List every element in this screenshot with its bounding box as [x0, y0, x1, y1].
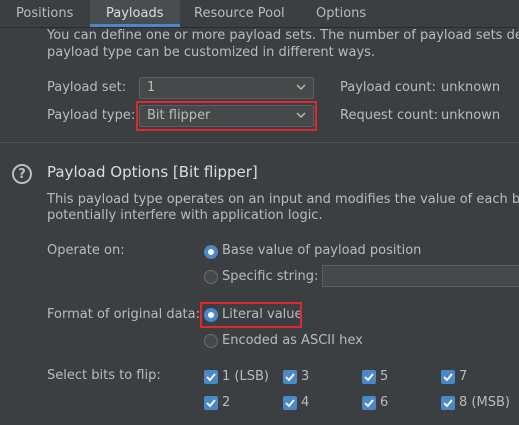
payload-options-title: Payload Options [Bit flipper] — [47, 163, 258, 181]
bit-checkbox-6[interactable] — [362, 396, 376, 410]
bit-label-8: 8 (MSB) — [459, 395, 510, 410]
check-icon — [206, 373, 216, 382]
radio-base-value[interactable] — [204, 245, 218, 259]
radio-specific-string-label: Specific string: — [222, 269, 319, 284]
chevron-down-icon — [296, 84, 306, 90]
section-divider — [0, 142, 519, 143]
bit-checkbox-3[interactable] — [283, 370, 297, 384]
format-label: Format of original data: — [47, 307, 200, 322]
tab-options[interactable]: Options — [316, 0, 376, 27]
check-icon — [285, 373, 295, 382]
operate-on-label: Operate on: — [47, 243, 125, 258]
bit-checkbox-7[interactable] — [441, 370, 455, 384]
select-bits-label: Select bits to flip: — [47, 368, 161, 383]
literal-value-highlight — [200, 302, 302, 328]
check-icon — [364, 373, 374, 382]
check-icon — [443, 399, 453, 408]
request-count-value: unknown — [441, 108, 501, 123]
payload-set-value: 1 — [147, 80, 156, 95]
bit-checkbox-4[interactable] — [283, 396, 297, 410]
request-count-label: Request count: — [340, 108, 438, 123]
payload-type-label: Payload type: — [47, 108, 136, 123]
bit-label-5: 5 — [380, 369, 389, 384]
options-desc-line2: potentially interfere with application l… — [47, 208, 323, 223]
tab-payloads[interactable]: Payloads — [90, 0, 180, 27]
bit-label-6: 6 — [380, 395, 389, 410]
payload-type-highlight — [136, 101, 317, 131]
bit-label-4: 4 — [301, 395, 310, 410]
bit-label-7: 7 — [459, 369, 468, 384]
radio-ascii-hex-label: Encoded as ASCII hex — [222, 333, 363, 348]
specific-string-input[interactable] — [322, 265, 519, 287]
help-icon[interactable]: ? — [12, 164, 32, 184]
bit-checkbox-2[interactable] — [204, 396, 218, 410]
payload-set-select[interactable]: 1 — [139, 77, 314, 99]
bit-label-2: 2 — [222, 395, 231, 410]
payload-count-label: Payload count: — [340, 80, 436, 95]
tab-positions[interactable]: Positions — [0, 0, 84, 27]
check-icon — [285, 399, 295, 408]
tab-resource-pool[interactable]: Resource Pool — [194, 0, 304, 27]
tab-bar: Positions Payloads Resource Pool Options — [0, 0, 519, 28]
bit-label-1: 1 (LSB) — [222, 369, 269, 384]
payload-set-label: Payload set: — [47, 80, 127, 95]
check-icon — [364, 399, 374, 408]
check-icon — [206, 399, 216, 408]
payload-count-value: unknown — [441, 80, 501, 95]
options-desc-line1: This payload type operates on an input a… — [47, 192, 519, 207]
intro-text-line1: You can define one or more payload sets.… — [47, 28, 519, 43]
intro-text-line2: payload type can be customized in differ… — [47, 45, 376, 60]
bit-checkbox-8[interactable] — [441, 396, 455, 410]
radio-ascii-hex[interactable] — [204, 334, 218, 348]
bit-checkbox-1[interactable] — [204, 370, 218, 384]
bit-label-3: 3 — [301, 369, 310, 384]
check-icon — [443, 373, 453, 382]
radio-specific-string[interactable] — [204, 270, 218, 284]
radio-base-value-label: Base value of payload position — [222, 243, 422, 258]
bit-checkbox-5[interactable] — [362, 370, 376, 384]
